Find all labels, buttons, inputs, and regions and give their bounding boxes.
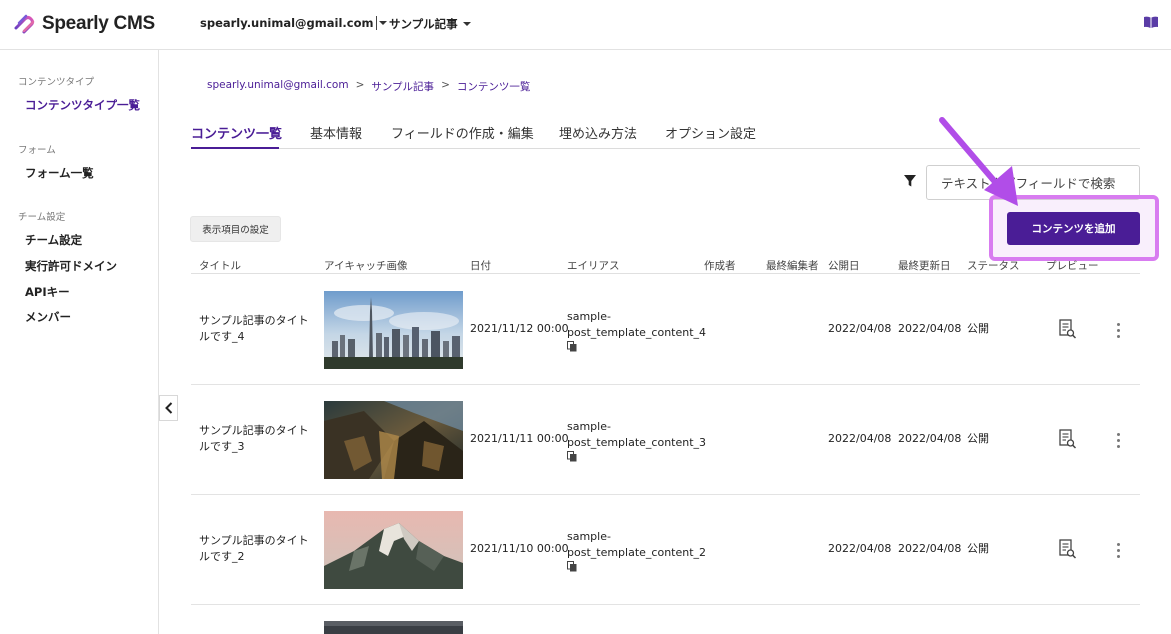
table-row[interactable]: サンプル記事のタイト ルです_2 2021/11/10 00:00 sample…: [191, 495, 1140, 605]
column-header-image[interactable]: アイキャッチ画像: [324, 258, 407, 273]
breadcrumb-separator: >: [441, 79, 450, 91]
sidebar-item-members[interactable]: メンバー: [25, 309, 71, 325]
tab-embed-method[interactable]: 埋め込み方法: [559, 123, 637, 142]
row-alias: sample- post_template_content_3: [567, 419, 706, 462]
column-header-alias[interactable]: エイリアス: [567, 258, 620, 273]
column-header-preview[interactable]: プレビュー: [1046, 258, 1099, 273]
row-published-date: 2022/04/08: [828, 542, 892, 555]
row-title[interactable]: サンプル記事のタイト ルです_3: [199, 423, 317, 455]
row-status: 公開: [967, 432, 989, 445]
row-alias-line: sample-: [567, 310, 611, 323]
row-status: 公開: [967, 542, 989, 555]
row-date: 2021/11/12 00:00: [470, 322, 569, 335]
preview-icon[interactable]: [1059, 539, 1077, 559]
project-label: サンプル記事: [389, 17, 458, 31]
copy-icon[interactable]: [567, 341, 577, 352]
row-title-line: サンプル記事のタイト: [199, 314, 309, 327]
thumbnail-partial: [324, 621, 463, 634]
row-updated-date: 2022/04/08: [898, 322, 962, 335]
sidebar-item-content-type-list[interactable]: コンテンツタイプ一覧: [25, 97, 140, 113]
column-header-title[interactable]: タイトル: [199, 258, 241, 273]
chevron-down-icon: [378, 21, 387, 25]
row-title-line: サンプル記事のタイト: [199, 424, 309, 437]
spearly-logo-icon: [14, 14, 35, 34]
table-row[interactable]: サンプル記事のタイト ルです_4 2021/11/12 00:00 sample…: [191, 275, 1140, 385]
table-header: タイトル アイキャッチ画像 日付 エイリアス 作成者 最終編集者 公開日 最終更…: [191, 255, 1140, 274]
more-options-icon[interactable]: [1117, 433, 1121, 451]
copy-icon[interactable]: [567, 561, 577, 572]
filter-icon[interactable]: [903, 174, 917, 188]
row-alias-line: post_template_content_4: [567, 326, 707, 339]
project-dropdown[interactable]: サンプル記事: [389, 16, 471, 32]
column-header-date[interactable]: 日付: [470, 258, 491, 273]
active-tab-indicator: [191, 147, 279, 149]
row-updated-date: 2022/04/08: [898, 542, 962, 555]
table-row[interactable]: [191, 605, 1140, 634]
preview-icon[interactable]: [1059, 319, 1077, 339]
sidebar-item-api-keys[interactable]: APIキー: [25, 284, 70, 300]
column-header-last-editor[interactable]: 最終編集者: [766, 258, 819, 273]
sidebar-item-allowed-domains[interactable]: 実行許可ドメイン: [25, 258, 117, 274]
row-updated-date: 2022/04/08: [898, 432, 962, 445]
column-header-status[interactable]: ステータス: [967, 258, 1020, 273]
sidebar: コンテンツタイプ コンテンツタイプ一覧 フォーム フォーム一覧 チーム設定 チー…: [0, 50, 159, 634]
logo-text: Spearly CMS: [42, 13, 155, 34]
row-title-line: ルです_3: [199, 440, 245, 453]
row-alias-line: sample-: [567, 420, 611, 433]
copy-icon[interactable]: [567, 451, 577, 462]
annotation-arrow: [939, 117, 1018, 206]
sidebar-section-form: フォーム: [18, 145, 56, 156]
sidebar-item-form-list[interactable]: フォーム一覧: [25, 165, 94, 181]
row-title-line: ルです_4: [199, 330, 245, 343]
row-date: 2021/11/11 00:00: [470, 432, 569, 445]
row-title[interactable]: サンプル記事のタイト ルです_4: [199, 313, 317, 345]
breadcrumb: spearly.unimal@gmail.com > サンプル記事 > コンテン…: [207, 79, 530, 94]
breadcrumb-current[interactable]: コンテンツ一覧: [457, 79, 531, 94]
column-header-updated[interactable]: 最終更新日: [898, 258, 951, 273]
row-alias-line: post_template_content_3: [567, 436, 707, 449]
sidebar-collapse-button[interactable]: [159, 395, 178, 421]
account-label: spearly.unimal@gmail.com: [200, 16, 374, 30]
row-alias: sample- post_template_content_4: [567, 309, 706, 352]
row-status: 公開: [967, 322, 989, 335]
row-published-date: 2022/04/08: [828, 322, 892, 335]
logo[interactable]: Spearly CMS: [12, 11, 155, 37]
thumbnail-canyon: [324, 401, 463, 479]
display-settings-button[interactable]: 表示項目の設定: [190, 216, 281, 242]
row-alias: sample- post_template_content_2: [567, 529, 706, 572]
header-divider: [376, 16, 377, 30]
row-date: 2021/11/10 00:00: [470, 542, 569, 555]
sidebar-section-team: チーム設定: [18, 212, 66, 223]
row-published-date: 2022/04/08: [828, 432, 892, 445]
row-alias-line: post_template_content_2: [567, 546, 707, 559]
chevron-down-icon: [462, 22, 471, 26]
preview-icon[interactable]: [1059, 429, 1077, 449]
breadcrumb-project[interactable]: サンプル記事: [371, 79, 434, 94]
row-title-line: サンプル記事のタイト: [199, 534, 309, 547]
more-options-icon[interactable]: [1117, 543, 1121, 561]
column-header-published[interactable]: 公開日: [828, 258, 860, 273]
book-icon[interactable]: [1144, 16, 1158, 28]
row-alias-line: sample-: [567, 530, 611, 543]
tab-basic-info[interactable]: 基本情報: [310, 123, 362, 142]
row-title-line: ルです_2: [199, 550, 245, 563]
tab-option-settings[interactable]: オプション設定: [665, 123, 756, 142]
thumbnail-city-skyline: [324, 291, 463, 369]
sidebar-item-team-settings[interactable]: チーム設定: [25, 232, 82, 248]
thumbnail-mountain: [324, 511, 463, 589]
account-dropdown[interactable]: spearly.unimal@gmail.com: [200, 16, 387, 30]
table-row[interactable]: サンプル記事のタイト ルです_3 2021/11/11 00:00 sample…: [191, 385, 1140, 495]
tab-field-editing[interactable]: フィールドの作成・編集: [391, 123, 534, 142]
chevron-left-icon: [164, 402, 172, 414]
column-header-author[interactable]: 作成者: [704, 258, 736, 273]
app-header: Spearly CMS spearly.unimal@gmail.com サンプ…: [0, 0, 1171, 50]
tab-content-list[interactable]: コンテンツ一覧: [191, 123, 282, 142]
breadcrumb-account[interactable]: spearly.unimal@gmail.com: [207, 79, 349, 94]
more-options-icon[interactable]: [1117, 323, 1121, 341]
breadcrumb-separator: >: [355, 79, 365, 91]
sidebar-section-content-type: コンテンツタイプ: [18, 77, 95, 88]
row-title[interactable]: サンプル記事のタイト ルです_2: [199, 533, 317, 565]
